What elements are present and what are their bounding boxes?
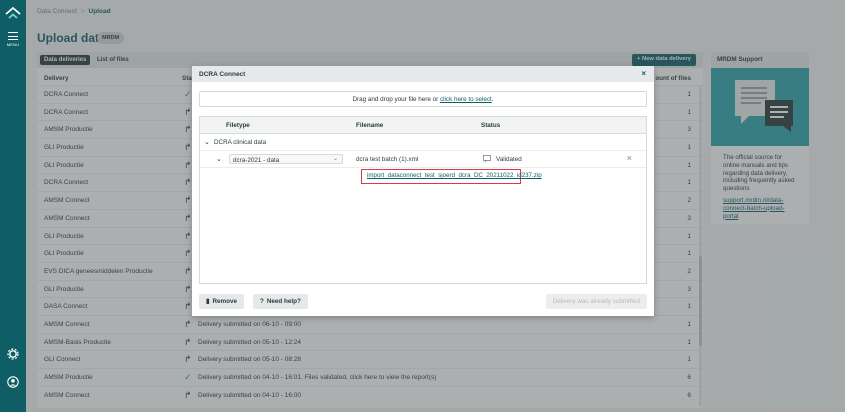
file-row: ⌄ dcra-2021 - data ⌄ dcra test batch (1)…: [200, 151, 646, 168]
chevron-down-icon[interactable]: ⌄: [216, 155, 222, 163]
question-icon: ?: [260, 298, 264, 305]
file-status: Validated: [496, 156, 522, 163]
help-button[interactable]: ? Need help?: [253, 294, 308, 309]
gear-icon[interactable]: [7, 348, 19, 360]
group-row[interactable]: ⌄ DCRA clinical data: [200, 134, 646, 151]
dropzone-end: .: [491, 96, 494, 103]
header-filename: Filename: [356, 122, 384, 129]
remove-file-icon[interactable]: ×: [627, 153, 632, 163]
close-icon[interactable]: ×: [641, 69, 646, 78]
file-name: dcra test batch (1).xml: [356, 156, 419, 163]
group-label: DCRA clinical data: [214, 139, 267, 146]
report-zip-link[interactable]: import_dataconnect_test_sjoerd_dcra_DC_2…: [367, 172, 542, 179]
header-file-status: Status: [481, 122, 501, 129]
modal-header: DCRA Connect ×: [192, 66, 654, 82]
upload-modal: DCRA Connect × Drag and drop your file h…: [192, 66, 654, 316]
filetype-select[interactable]: dcra-2021 - data ⌄: [229, 154, 343, 164]
chevron-down-icon[interactable]: ⌄: [204, 138, 210, 146]
files-grid-header: Filetype Filename Status: [200, 117, 646, 134]
user-icon[interactable]: [7, 376, 19, 388]
dropzone-text: Drag and drop your file here or: [352, 96, 440, 103]
remove-button[interactable]: ▮ Remove: [199, 294, 244, 309]
menu-button[interactable]: MENU: [5, 32, 21, 47]
file-dropzone[interactable]: Drag and drop your file here or click he…: [199, 91, 647, 107]
help-label: Need help?: [266, 298, 301, 305]
menu-label: MENU: [6, 42, 20, 47]
filetype-value: dcra-2021 - data: [233, 156, 280, 164]
submit-button[interactable]: Delivery was already submitted: [545, 294, 647, 309]
select-file-link[interactable]: click here to select: [440, 96, 492, 103]
select-arrow-icon: ⌄: [332, 156, 338, 162]
header-filetype: Filetype: [226, 122, 250, 129]
files-grid: Filetype Filename Status ⌄ DCRA clinical…: [199, 116, 647, 284]
hamburger-icon: [8, 32, 18, 40]
modal-footer: ▮ Remove ? Need help? Delivery was already…: [199, 294, 647, 310]
side-rail: MENU: [0, 0, 26, 412]
modal-title: DCRA Connect: [199, 71, 246, 78]
comment-icon[interactable]: [483, 155, 491, 163]
trash-icon: ▮: [206, 298, 210, 305]
remove-label: Remove: [212, 298, 237, 305]
highlight-box: import_dataconnect_test_sjoerd_dcra_DC_2…: [361, 169, 542, 184]
mrdm-logo-icon[interactable]: [5, 6, 21, 20]
report-row: import_dataconnect_test_sjoerd_dcra_DC_2…: [200, 168, 646, 187]
